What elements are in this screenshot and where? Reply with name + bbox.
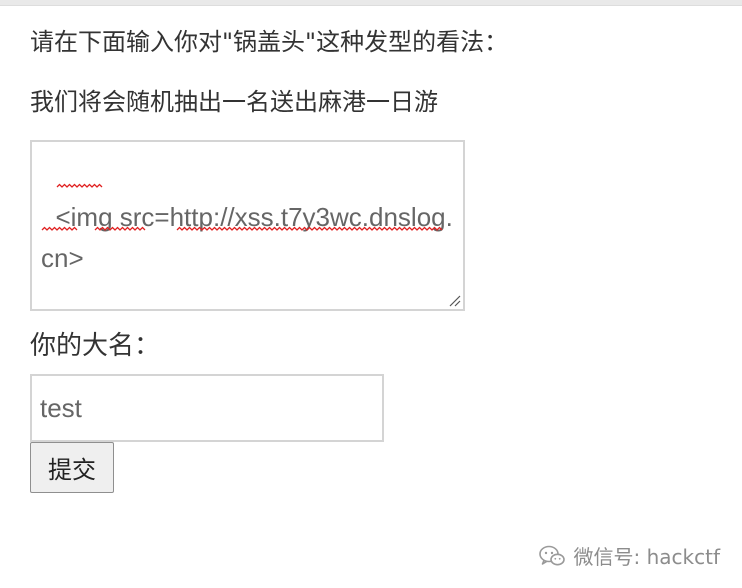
- comment-textarea[interactable]: <img src=http://xss.t7y3wc.dnslog.cn>: [30, 140, 465, 311]
- submit-button[interactable]: 提交: [30, 442, 114, 493]
- watermark-text: 微信号: hackctf: [573, 545, 720, 569]
- name-label: 你的大名：: [30, 331, 161, 361]
- prize-notice: 我们将会随机抽出一名送出麻港一日游: [30, 88, 438, 116]
- wechat-icon: [538, 545, 565, 565]
- name-input[interactable]: [30, 374, 384, 442]
- resize-grip-icon[interactable]: [447, 293, 461, 307]
- top-border: [0, 0, 742, 6]
- comment-prompt: 请在下面输入你对"锅盖头"这种发型的看法：: [30, 28, 509, 56]
- comment-text: <img src=http://xss.t7y3wc.dnslog.cn>: [41, 202, 453, 273]
- watermark: 微信号: hackctf: [538, 541, 720, 570]
